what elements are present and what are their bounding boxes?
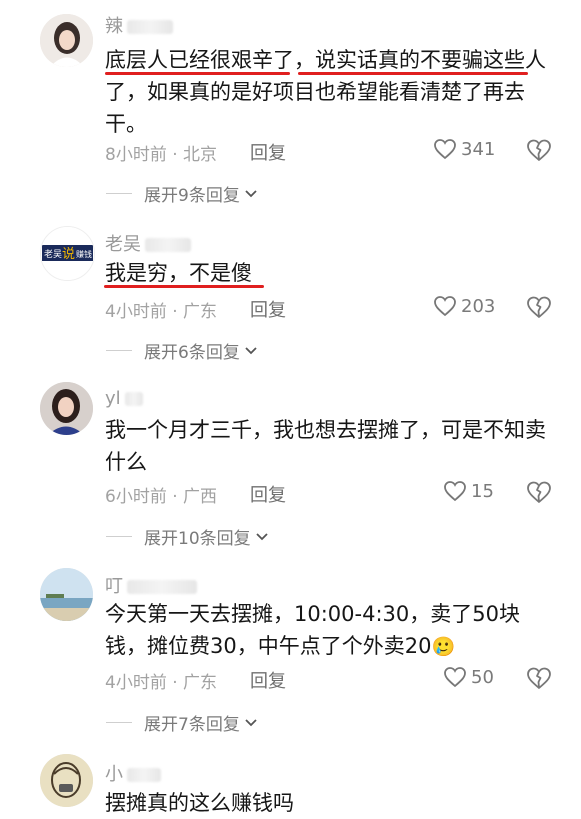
heart-icon [434, 296, 456, 317]
chevron-down-icon [245, 346, 257, 354]
avatar[interactable] [40, 14, 93, 67]
blurred-name [145, 238, 191, 252]
avatar-logo-text: 老吴 [44, 248, 62, 260]
broken-heart-icon [527, 296, 551, 318]
avatar[interactable] [40, 568, 93, 621]
avatar[interactable]: 老吴 说 赚钱 [40, 226, 95, 281]
divider [106, 536, 132, 537]
like-button[interactable]: 50 [443, 666, 494, 688]
like-count: 203 [461, 295, 496, 317]
comment-text: 摆摊真的这么赚钱吗 [105, 791, 294, 815]
blurred-name [127, 580, 197, 594]
reply-button[interactable]: 回复 [250, 667, 286, 693]
heart-icon [434, 139, 456, 160]
red-underline [104, 285, 264, 288]
reply-button[interactable]: 回复 [250, 481, 286, 507]
divider [106, 722, 132, 723]
like-button[interactable]: 203 [433, 295, 495, 317]
comment-meta: 4小时前 · 广东 [105, 673, 218, 693]
divider [106, 350, 132, 351]
dislike-button[interactable] [526, 295, 552, 323]
broken-heart-icon [527, 481, 551, 503]
avatar[interactable] [40, 754, 93, 807]
emoji: 🥲 [431, 636, 456, 658]
chevron-down-icon [245, 189, 257, 197]
heart-icon [444, 481, 466, 502]
avatar[interactable] [40, 382, 93, 435]
avatar-logo-text: 赚钱 [76, 249, 92, 259]
expand-replies[interactable]: 展开9条回复 [106, 181, 258, 206]
username[interactable]: 老吴 [105, 230, 191, 256]
blurred-name [127, 768, 161, 782]
username[interactable]: 辣 [105, 12, 173, 38]
dislike-button[interactable] [526, 480, 552, 508]
like-count: 341 [461, 138, 496, 160]
broken-heart-icon [527, 667, 551, 689]
username[interactable]: 叮 [105, 572, 197, 598]
red-underline [298, 72, 528, 75]
reply-button[interactable]: 回复 [250, 296, 286, 322]
username[interactable]: yl [105, 388, 143, 409]
expand-replies[interactable]: 展开10条回复 [106, 524, 269, 549]
like-button[interactable]: 341 [433, 138, 495, 160]
dislike-button[interactable] [526, 666, 552, 694]
dislike-button[interactable] [526, 138, 552, 166]
expand-replies[interactable]: 展开6条回复 [106, 338, 258, 363]
like-count: 15 [471, 480, 494, 502]
avatar-logo-text: 说 [62, 247, 75, 262]
red-underline [105, 72, 290, 75]
comment-text: 我一个月才三千，我也想去摆摊了，可是不知卖什么 [105, 418, 546, 474]
expand-replies[interactable]: 展开7条回复 [106, 710, 258, 735]
like-count: 50 [471, 666, 494, 688]
divider [106, 193, 132, 194]
reply-button[interactable]: 回复 [250, 139, 286, 165]
comment-text: 今天第一天去摆摊，10:00-4:30，卖了50块钱，摊位费30，中午点了个外卖… [105, 602, 520, 658]
heart-icon [444, 667, 466, 688]
chevron-down-icon [245, 718, 257, 726]
comment-meta: 8小时前 · 北京 [105, 145, 218, 165]
blurred-name [124, 392, 143, 406]
chevron-down-icon [256, 532, 268, 540]
comment-meta: 6小时前 · 广西 [105, 487, 218, 507]
broken-heart-icon [527, 139, 551, 161]
blurred-name [127, 20, 173, 34]
username[interactable]: 小 [105, 760, 161, 786]
like-button[interactable]: 15 [443, 480, 494, 502]
comment-meta: 4小时前 · 广东 [105, 302, 218, 322]
comment-text: 底层人已经很艰辛了，说实话真的不要骗这些人了，如果真的是好项目也希望能看清楚了再… [105, 48, 546, 136]
